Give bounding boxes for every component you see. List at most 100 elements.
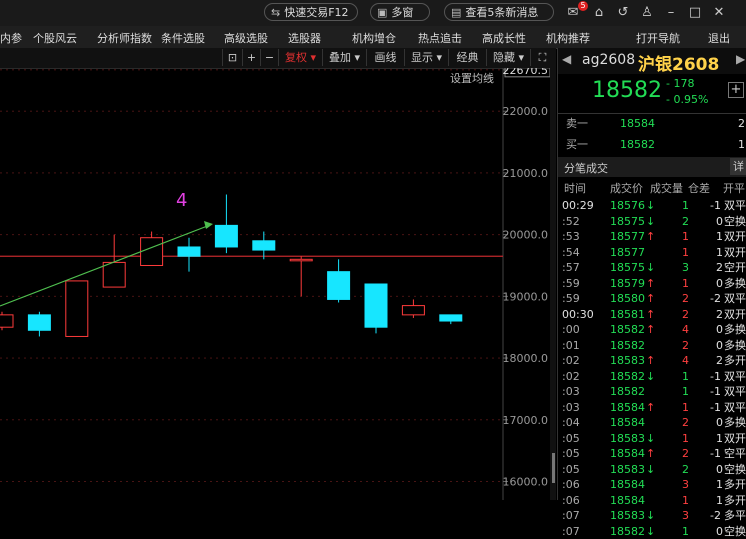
tick-volume: 1: [682, 369, 689, 383]
close-icon[interactable]: ✕: [710, 4, 728, 22]
tick-price: 18582: [610, 524, 645, 538]
menu-item-open-nav[interactable]: 打开导航: [636, 30, 680, 46]
tick-time: :05: [562, 462, 580, 476]
zoom-in-icon[interactable]: +: [242, 49, 260, 66]
down-arrow-icon: ↓: [646, 214, 656, 228]
tick-oi: 1: [716, 478, 723, 491]
menu-item-neican[interactable]: 内参: [0, 30, 22, 46]
maximize-icon[interactable]: □: [686, 4, 704, 22]
multi-window-button[interactable]: ▣多窗口: [370, 3, 430, 37]
tick-time: :54: [562, 245, 580, 259]
messages-button[interactable]: ▤ 查看5条新消息: [444, 3, 554, 21]
menu-item-exit[interactable]: 退出: [708, 30, 730, 46]
tick-type: 多换: [724, 338, 746, 352]
classic-button[interactable]: 经典: [448, 49, 486, 66]
candle-body: [102, 261, 126, 288]
menu-item-inst-recommend[interactable]: 机构推荐: [546, 30, 590, 46]
tick-time: :03: [562, 385, 580, 398]
menu-item-advanced-pick[interactable]: 高级选股: [224, 30, 268, 46]
menu-item-stock-news[interactable]: 个股风云: [33, 30, 77, 46]
tick-row: :06 18584 1 1 多开: [558, 493, 746, 508]
candle-body: [177, 246, 201, 257]
back-icon[interactable]: ↺: [614, 4, 632, 22]
chart-scrollbar[interactable]: [550, 68, 556, 500]
scroll-thumb[interactable]: [552, 453, 555, 483]
menu-item-condition-pick[interactable]: 条件选股: [161, 30, 205, 46]
up-arrow-icon: ↑: [646, 354, 656, 367]
zoom-out-icon[interactable]: −: [260, 49, 278, 66]
price-change-pct: - 0.95%: [666, 93, 709, 106]
fuquan-button[interactable]: 复权 ▾: [278, 49, 322, 66]
tick-price: 18584: [610, 447, 645, 460]
tick-row: :52 18575 ↓ 2 0 空换: [558, 214, 746, 229]
tick-type: 多换: [724, 323, 746, 336]
shirt-icon[interactable]: ♙: [638, 4, 656, 22]
up-arrow-icon: ↑: [646, 276, 656, 290]
menu-item-analyst-index[interactable]: 分析师指数: [97, 30, 152, 46]
hide-button[interactable]: 隐藏 ▾: [486, 49, 530, 66]
tick-type: 空换: [724, 524, 746, 538]
tick-time: :57: [562, 261, 580, 274]
minimize-icon[interactable]: –: [662, 4, 680, 22]
tick-type: 双平: [724, 199, 746, 212]
tick-oi: 0: [716, 214, 723, 228]
tick-time: :01: [562, 338, 580, 352]
candle: [27, 311, 51, 337]
message-icon: ▤: [451, 6, 462, 19]
tick-oi: -2: [710, 509, 721, 522]
draw-button[interactable]: 画线: [366, 49, 404, 66]
tick-volume: 2: [682, 292, 689, 305]
y-tick-label: 19000.0: [503, 290, 549, 303]
ma-setting-label[interactable]: 设置均线: [450, 71, 494, 85]
menu-item-high-growth[interactable]: 高成长性: [482, 30, 526, 46]
tick-oi: 0: [716, 338, 723, 352]
tick-price: 18584: [610, 416, 645, 429]
kline-chart[interactable]: 设置均线 22670.5 22000.0 21000.0 20000.0 19000.0…: [0, 68, 556, 500]
tick-row: :03 18584 ↑ 1 -1 双平: [558, 400, 746, 415]
tick-volume: 1: [682, 524, 689, 538]
tick-price: 18584: [610, 493, 645, 507]
tick-volume: 2: [682, 338, 689, 352]
title-bar: ⇆快速交易F12 ▣多窗口 ▤查看5条新消息 ✉ 5 ⌂ ↺ ♙ – □ ✕: [0, 0, 746, 37]
tick-type: 多开: [724, 354, 746, 367]
tick-oi: -1: [710, 385, 721, 398]
tick-row: :59 18580 ↑ 2 -2 双平: [558, 291, 746, 306]
menu-item-picker[interactable]: 选股器: [288, 30, 321, 46]
quick-trade-button[interactable]: ⇆ 快速交易F12: [264, 3, 358, 21]
candle: [140, 231, 164, 266]
candle: [401, 299, 425, 318]
y-tick-label: 21000.0: [503, 167, 549, 180]
window-icon: ▣: [377, 6, 388, 19]
tick-price: 18581: [610, 307, 645, 321]
ask-row: 卖一 18584 2: [558, 116, 746, 131]
tick-time: :59: [562, 276, 580, 290]
tick-time: :06: [562, 493, 580, 507]
y-tick-label: 20000.0: [503, 229, 549, 242]
add-watch-icon[interactable]: +: [728, 82, 744, 98]
tick-oi: -1: [710, 369, 721, 383]
overlay-button[interactable]: 叠加 ▾: [322, 49, 366, 66]
bid-volume: 1: [738, 138, 745, 151]
down-arrow-icon: ↓: [646, 199, 656, 212]
up-arrow-icon: ↑: [646, 230, 656, 243]
lock-icon[interactable]: ⊡: [222, 49, 242, 66]
tick-price: 18575: [610, 261, 645, 274]
tick-time: :05: [562, 431, 580, 445]
menu-item-hotspot[interactable]: 热点追击: [418, 30, 462, 46]
menu-item-inst-increase[interactable]: 机构增仓: [352, 30, 396, 46]
tick-row: :54 18577 1 1 双开: [558, 245, 746, 260]
tick-type: 空换: [724, 462, 746, 476]
fullscreen-icon[interactable]: ⛶: [530, 49, 554, 66]
ticks-detail-button[interactable]: 详: [730, 158, 746, 175]
tick-row: :57 18575 ↓ 3 2 空开: [558, 260, 746, 275]
display-button[interactable]: 显示 ▾: [404, 49, 448, 66]
tick-oi: -1: [710, 400, 721, 414]
next-arrow-icon[interactable]: ▶: [736, 52, 745, 66]
tick-volume: 2: [682, 307, 689, 321]
tick-row: 00:30 18581 ↑ 2 2 双开: [558, 307, 746, 322]
tick-price: 18582: [610, 385, 645, 398]
tick-row: 00:29 18576 ↓ 1 -1 双平: [558, 198, 746, 213]
prev-arrow-icon[interactable]: ◀: [562, 52, 571, 66]
home-icon[interactable]: ⌂: [590, 4, 608, 22]
tick-volume: 2: [682, 462, 689, 476]
